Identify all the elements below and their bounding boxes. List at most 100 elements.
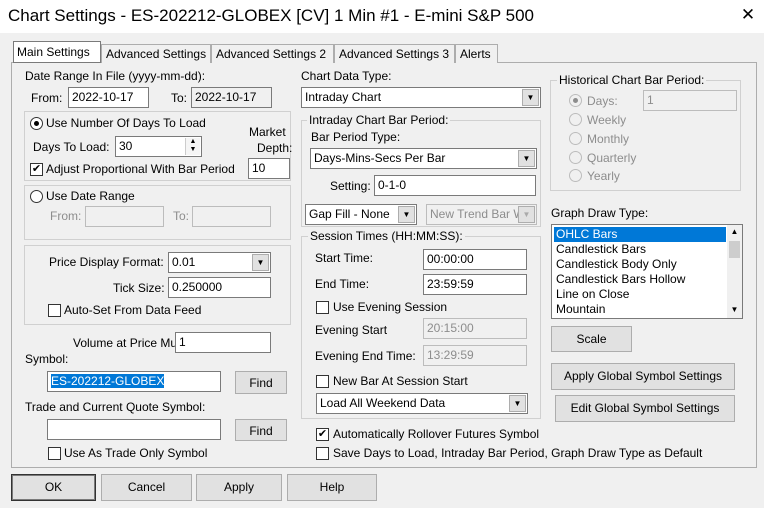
scale-button[interactable]: Scale: [551, 326, 632, 352]
list-item[interactable]: Candlestick Bars Hollow: [554, 272, 726, 287]
volume-mult-field[interactable]: 1: [175, 332, 271, 353]
range-to-label: To:: [173, 209, 190, 223]
tab-advanced-settings-3[interactable]: Advanced Settings 3: [334, 44, 455, 63]
apply-global-button[interactable]: Apply Global Symbol Settings: [551, 363, 735, 390]
historical-legend: Historical Chart Bar Period:: [557, 73, 707, 87]
graph-draw-type-label: Graph Draw Type:: [551, 206, 649, 220]
symbol-field[interactable]: ES-202212-GLOBEX: [47, 371, 221, 392]
trade-only-checkbox[interactable]: [48, 447, 61, 460]
new-trend-value: New Trend Bar W: [430, 207, 525, 221]
price-format-label: Price Display Format:: [49, 255, 164, 269]
help-button[interactable]: Help: [287, 474, 377, 501]
use-date-range-label: Use Date Range: [46, 189, 135, 203]
graph-draw-type-list[interactable]: OHLC Bars Candlestick Bars Candlestick B…: [551, 224, 743, 319]
cancel-button[interactable]: Cancel: [101, 474, 192, 501]
tab-alerts[interactable]: Alerts: [455, 44, 498, 63]
list-item[interactable]: Candlestick Body Only: [554, 257, 726, 272]
range-from-label: From:: [50, 209, 82, 223]
new-bar-label: New Bar At Session Start: [333, 374, 468, 388]
date-range-label: Date Range In File (yyyy-mm-dd):: [25, 69, 206, 83]
gap-fill-select[interactable]: Gap Fill - None ▼: [305, 204, 417, 225]
weekend-data-select[interactable]: Load All Weekend Data ▼: [316, 393, 528, 414]
chevron-down-icon: ▼: [522, 89, 539, 106]
weekly-radio: [569, 113, 582, 126]
find-symbol-button[interactable]: Find: [235, 371, 287, 394]
monthly-label: Monthly: [587, 132, 630, 146]
symbol-label: Symbol:: [25, 352, 69, 366]
historical-days-field: 1: [643, 90, 737, 111]
evening-session-checkbox[interactable]: [316, 301, 329, 314]
chevron-down-icon: ▼: [518, 206, 535, 223]
from-label: From:: [31, 91, 63, 105]
end-time-field[interactable]: 23:59:59: [423, 274, 527, 295]
file-to-field: 2022-10-17: [191, 87, 272, 108]
file-from-field[interactable]: 2022-10-17: [68, 87, 149, 108]
chevron-up-icon[interactable]: ▲: [727, 227, 742, 236]
setting-label: Setting:: [330, 179, 371, 193]
range-from-field: [85, 206, 164, 227]
range-to-field: [192, 206, 271, 227]
autoset-checkbox[interactable]: [48, 304, 61, 317]
adjust-proportional-checkbox[interactable]: ✔: [30, 163, 43, 176]
gap-fill-value: Gap Fill - None: [309, 207, 390, 221]
evening-start-label: Evening Start: [315, 323, 388, 337]
price-format-select[interactable]: 0.01 ▼: [168, 252, 271, 273]
trade-only-label: Use As Trade Only Symbol: [64, 446, 208, 460]
chevron-down-icon: ▼: [398, 206, 415, 223]
evening-session-label: Use Evening Session: [333, 300, 448, 314]
yearly-radio: [569, 169, 582, 182]
tab-advanced-settings-2[interactable]: Advanced Settings 2: [211, 44, 334, 63]
start-time-label: Start Time:: [315, 251, 374, 265]
chevron-down-icon: ▼: [518, 150, 535, 167]
days-to-load-label: Days To Load:: [33, 140, 110, 154]
yearly-label: Yearly: [587, 169, 620, 183]
close-icon[interactable]: ✕: [738, 5, 758, 25]
use-days-radio[interactable]: [30, 117, 43, 130]
chevron-down-icon: ▼: [252, 254, 269, 271]
quarterly-label: Quarterly: [587, 151, 637, 165]
scrollbar[interactable]: ▲ ▼: [727, 225, 742, 318]
rollover-checkbox[interactable]: ✔: [316, 428, 329, 441]
list-item[interactable]: Line on Close: [554, 287, 726, 302]
tab-main-settings[interactable]: Main Settings: [13, 41, 101, 63]
apply-button[interactable]: Apply: [196, 474, 282, 501]
evening-start-field: 20:15:00: [423, 318, 527, 339]
spin-buttons[interactable]: ▲ ▼: [185, 138, 200, 155]
save-default-checkbox[interactable]: [316, 447, 329, 460]
setting-field[interactable]: 0-1-0: [374, 175, 536, 196]
chart-data-type-value: Intraday Chart: [305, 90, 382, 104]
list-item[interactable]: Candlestick Bars: [554, 242, 726, 257]
start-time-field[interactable]: 00:00:00: [423, 249, 527, 270]
historical-days-radio: [569, 94, 582, 107]
new-bar-checkbox[interactable]: [316, 375, 329, 388]
monthly-radio: [569, 132, 582, 145]
bar-period-type-select[interactable]: Days-Mins-Secs Per Bar ▼: [310, 148, 537, 169]
chevron-down-icon[interactable]: ▼: [727, 305, 742, 314]
chart-data-type-select[interactable]: Intraday Chart ▼: [301, 87, 541, 108]
evening-end-label: Evening End Time:: [315, 349, 416, 363]
market-depth-label: Market: [249, 125, 286, 139]
bar-period-type-label: Bar Period Type:: [311, 130, 401, 144]
use-date-range-radio[interactable]: [30, 190, 43, 203]
adjust-proportional-label: Adjust Proportional With Bar Period: [46, 162, 235, 176]
tab-advanced-settings[interactable]: Advanced Settings: [101, 44, 211, 63]
chevron-down-icon: ▼: [509, 395, 526, 412]
market-depth-label-2: Depth:: [257, 141, 293, 155]
ok-button[interactable]: OK: [11, 474, 96, 501]
rollover-label: Automatically Rollover Futures Symbol: [333, 427, 540, 441]
session-legend: Session Times (HH:MM:SS):: [308, 229, 465, 243]
trade-symbol-field[interactable]: [47, 419, 221, 440]
to-label: To:: [171, 91, 188, 105]
list-item[interactable]: Mountain: [554, 302, 726, 317]
bar-period-type-value: Days-Mins-Secs Per Bar: [314, 151, 446, 165]
find-trade-symbol-button[interactable]: Find: [235, 419, 287, 441]
weekly-label: Weekly: [587, 113, 627, 127]
trade-symbol-label: Trade and Current Quote Symbol:: [25, 400, 206, 414]
edit-global-button[interactable]: Edit Global Symbol Settings: [555, 395, 735, 422]
autoset-label: Auto-Set From Data Feed: [64, 303, 202, 317]
tick-size-field[interactable]: 0.250000: [168, 277, 271, 298]
list-item[interactable]: OHLC Bars: [554, 227, 726, 242]
scrollbar-thumb[interactable]: [729, 241, 740, 258]
market-depth-field[interactable]: 10: [248, 158, 290, 179]
end-time-label: End Time:: [315, 277, 370, 291]
